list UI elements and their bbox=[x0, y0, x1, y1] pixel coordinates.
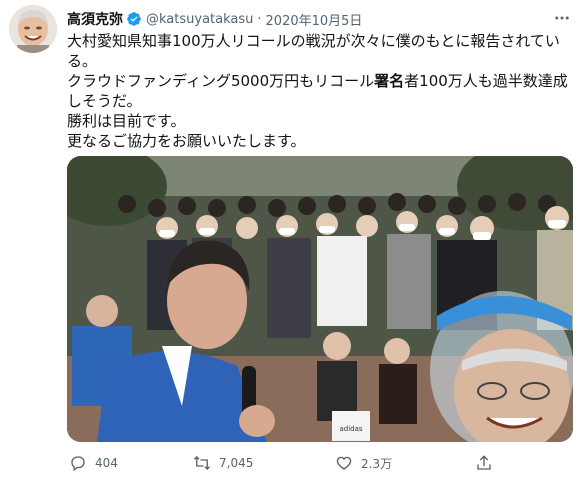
author-handle[interactable]: @katsuyatakasu bbox=[146, 12, 253, 27]
more-horizontal-icon[interactable] bbox=[552, 9, 572, 25]
bag-label: adidas bbox=[339, 425, 362, 433]
tweet-line: クラウドファンディング5000万円もリコール署名者100万人も過半数達成 bbox=[67, 71, 572, 91]
crowd-photo-image: adidas bbox=[67, 156, 573, 442]
tweet-line-segment: クラウドファンディング5000万円もリコール bbox=[67, 72, 375, 90]
tweet: 高須克弥 @katsuyatakasu · 2020年10月5日 大村愛知県知事… bbox=[0, 0, 583, 483]
reply-count: 404 bbox=[95, 456, 118, 470]
like-button[interactable]: 2.3万 bbox=[335, 452, 392, 474]
tweet-text: 大村愛知県知事100万人リコールの戦況が次々に僕のもとに報告されてい る。 クラ… bbox=[67, 31, 572, 151]
tweet-date[interactable]: 2020年10月5日 bbox=[266, 10, 363, 29]
tweet-photo[interactable]: adidas bbox=[67, 156, 573, 442]
reply-button[interactable]: 404 bbox=[69, 452, 118, 474]
retweet-count: 7,045 bbox=[219, 456, 254, 470]
tweet-actions: 404 7,045 2.3万 bbox=[67, 452, 547, 474]
avatar-image bbox=[9, 5, 57, 53]
tweet-line: 大村愛知県知事100万人リコールの戦況が次々に僕のもとに報告されてい bbox=[67, 32, 560, 50]
bold-word: 署名 bbox=[374, 72, 405, 90]
share-icon bbox=[477, 455, 491, 470]
retweet-button[interactable]: 7,045 bbox=[193, 452, 253, 474]
avatar[interactable] bbox=[9, 5, 57, 53]
share-button[interactable] bbox=[475, 452, 493, 474]
verified-badge-icon bbox=[127, 12, 141, 26]
tweet-line: 勝利は目前です。 bbox=[67, 112, 186, 130]
tweet-line: 更なるご協力をお願いいたします。 bbox=[67, 132, 306, 150]
like-count: 2.3万 bbox=[361, 456, 393, 471]
tweet-line: しそうだ。 bbox=[67, 92, 142, 110]
reply-icon bbox=[71, 456, 85, 472]
separator-dot: · bbox=[257, 11, 262, 27]
author-name[interactable]: 高須克弥 bbox=[67, 9, 123, 29]
tweet-line: る。 bbox=[67, 52, 98, 70]
tweet-header: 高須克弥 @katsuyatakasu · 2020年10月5日 bbox=[67, 9, 362, 29]
tweet-line-segment: 者100万人も過半数達成 bbox=[404, 72, 568, 90]
heart-icon bbox=[336, 456, 352, 470]
retweet-icon bbox=[194, 456, 210, 470]
